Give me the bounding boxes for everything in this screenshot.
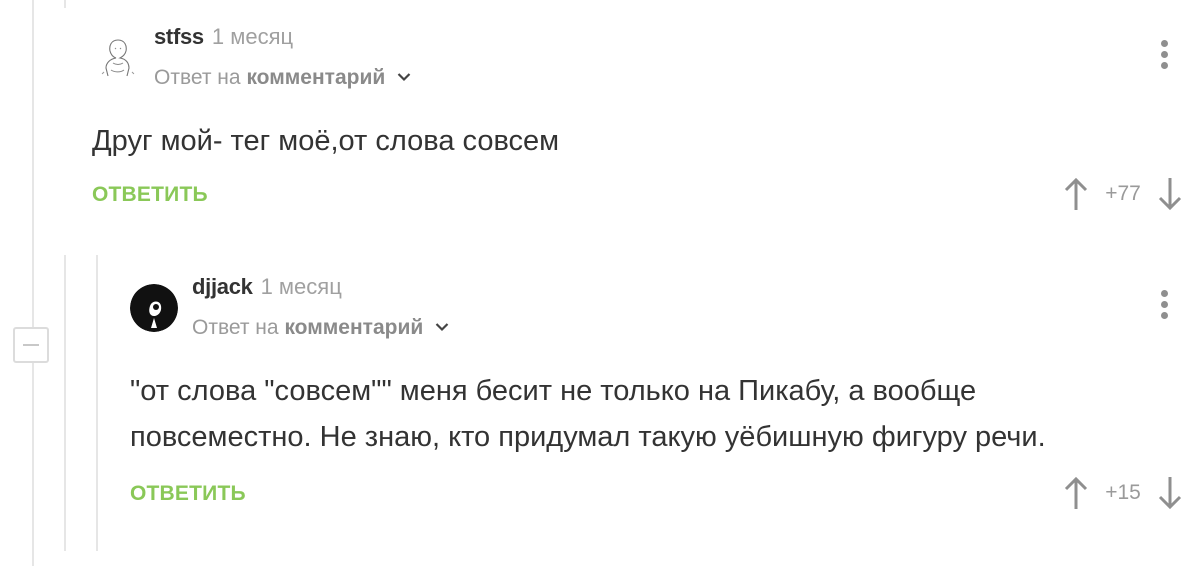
reply-prefix: Ответ на: [154, 66, 241, 89]
comment-header: djjack 1 месяц: [192, 274, 342, 300]
thread-line: [64, 0, 66, 8]
arrow-up-icon[interactable]: [1064, 176, 1088, 212]
minus-icon: [23, 344, 39, 346]
arrow-up-icon[interactable]: [1064, 475, 1088, 511]
comment-text: Друг мой- тег моё,от слова совсем: [92, 118, 559, 164]
collapse-thread-button[interactable]: [13, 327, 49, 363]
reply-target: комментарий: [284, 316, 424, 339]
reply-button[interactable]: ОТВЕТИТЬ: [130, 482, 246, 506]
chevron-down-icon: [397, 64, 411, 88]
rating-value: +77: [1105, 182, 1141, 205]
username[interactable]: stfss: [154, 24, 204, 49]
more-vertical-icon[interactable]: [1158, 290, 1170, 326]
rating-value: +15: [1105, 481, 1141, 504]
chevron-down-icon: [435, 314, 449, 338]
reply-target: комментарий: [246, 66, 386, 89]
avatar[interactable]: [130, 284, 178, 332]
reply-button[interactable]: ОТВЕТИТЬ: [92, 183, 208, 207]
thread-line: [64, 255, 66, 551]
more-vertical-icon[interactable]: [1158, 40, 1170, 76]
vote-controls: +77: [1064, 176, 1182, 212]
reply-to-link[interactable]: Ответ на комментарий: [192, 316, 449, 340]
comment-text-line: повсеместно. Не знаю, кто придумал такую…: [130, 421, 1046, 453]
timestamp: 1 месяц: [211, 24, 294, 49]
timestamp: 1 месяц: [260, 274, 342, 299]
reply-to-link[interactable]: Ответ на комментарий: [154, 66, 411, 90]
arrow-down-icon[interactable]: [1158, 176, 1182, 212]
reply-prefix: Ответ на: [192, 316, 279, 339]
vote-controls: +15: [1064, 475, 1182, 511]
thread-line: [96, 255, 98, 551]
comment-text-line: Друг мой- тег моё,от слова совсем: [92, 125, 560, 157]
arrow-down-icon[interactable]: [1158, 475, 1182, 511]
thread-line: [32, 0, 34, 566]
comment-text: "от слова "совсем"" меня бесит не только…: [130, 368, 1046, 460]
comment-header: stfss 1 месяц: [154, 24, 293, 50]
username[interactable]: djjack: [192, 274, 253, 299]
avatar[interactable]: [94, 32, 142, 80]
comments-thread: stfss 1 месяц Ответ на комментарий Друг м…: [0, 0, 1200, 566]
comment-text-line: "от слова "совсем"" меня бесит не только…: [130, 375, 977, 407]
